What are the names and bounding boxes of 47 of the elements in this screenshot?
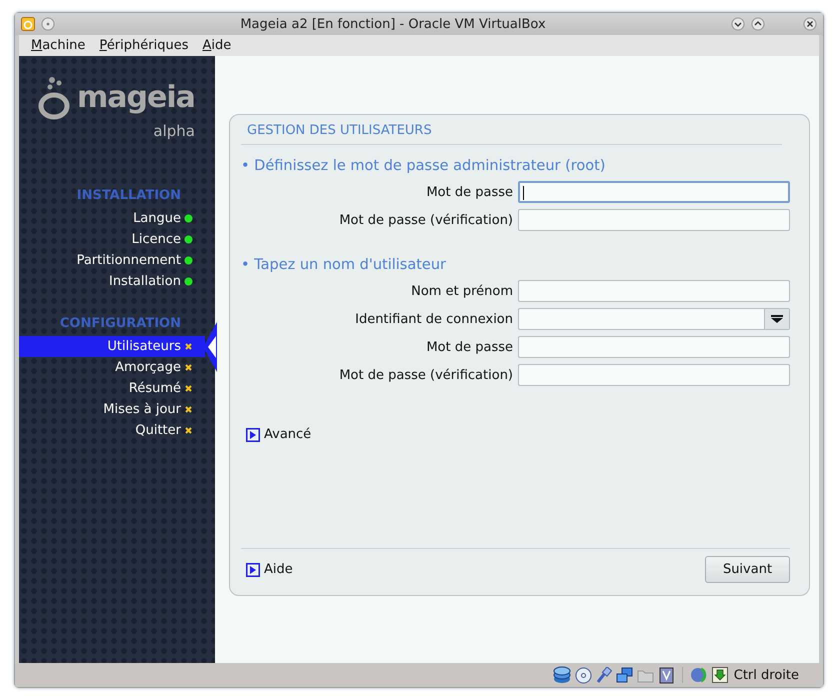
field-label: Nom et prénom [410,284,514,298]
field-label: Mot de passe [425,340,514,354]
input-field[interactable] [518,364,790,386]
optical-disc-icon[interactable] [574,666,592,684]
input-field[interactable] [518,280,790,302]
step-item[interactable]: Installation [108,274,181,289]
step-item[interactable]: Quitter [135,423,181,438]
window-title: Mageia a2 [En fonction] - Oracle VM VirtualBox [239,16,547,32]
step-item[interactable]: Résumé [128,381,181,396]
maximize-button-icon[interactable] [751,17,765,31]
menu-item[interactable]: Machine [31,38,86,53]
menu-button-icon[interactable] [41,17,55,31]
menu-item[interactable]: Périphériques [99,38,188,53]
step-item[interactable]: Amorçage [115,360,181,375]
input-field[interactable] [518,209,790,231]
close-button-icon[interactable] [803,17,817,31]
chip-icon[interactable] [658,666,675,684]
step-item[interactable]: Langue [133,211,181,226]
section-title: CONFIGURATION [58,316,182,333]
logo-icon [37,76,71,120]
advanced-expander[interactable]: Avancé [246,427,790,442]
edition-label: alpha [152,122,196,140]
step-item[interactable]: Mises à jour [103,402,181,417]
field-label: Mot de passe (vérification) [338,368,514,382]
section-title: INSTALLATION [76,188,182,205]
host-key-label: Ctrl droite [734,668,799,682]
section-heading: • Tapez un nom d'utilisateur [241,257,447,273]
minimize-button-icon[interactable] [731,17,745,31]
hard-disk-icon[interactable] [552,666,571,684]
field-label: Identifiant de connexion [354,312,514,326]
input-field[interactable] [518,336,790,358]
app-icon [21,17,35,31]
input-field[interactable] [518,181,790,203]
logo-text: mageia [77,83,195,113]
dropdown-arrow-icon [771,315,783,323]
page-title: GESTION DES UTILISATEURS [241,121,782,145]
field-label: Mot de passe [425,184,514,200]
field-label: Mot de passe (vérification) [338,212,514,228]
step-item[interactable]: Partitionnement [76,253,181,268]
section-heading: • Définissez le mot de passe administrateur (root) [241,158,606,174]
usb-plug-icon[interactable] [596,666,612,684]
download-arrow-icon[interactable] [712,667,728,683]
help-expander[interactable]: Aide [246,562,293,577]
step-item[interactable]: Licence [132,232,181,247]
network-icon[interactable] [616,666,633,684]
menu-item[interactable]: Aide [202,38,232,53]
next-button[interactable]: Suivant [705,556,790,583]
